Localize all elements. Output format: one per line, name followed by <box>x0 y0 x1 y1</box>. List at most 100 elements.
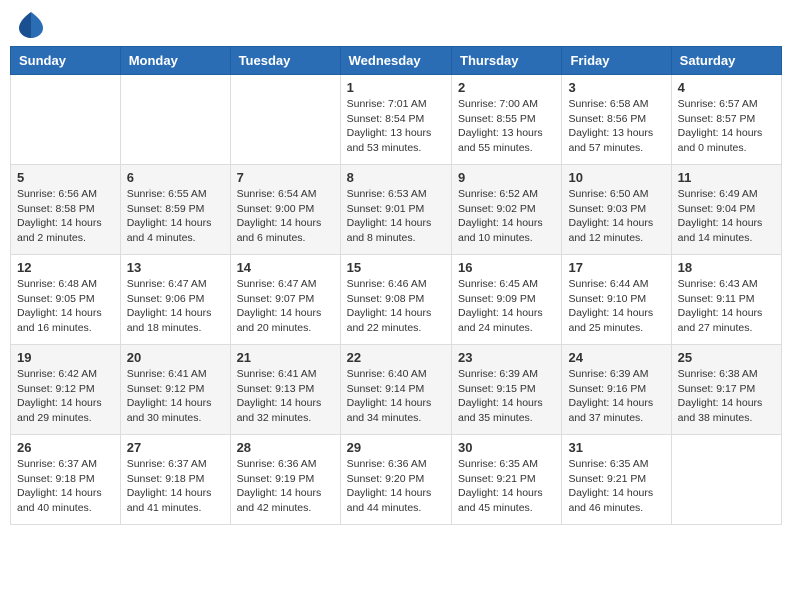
day-number: 18 <box>678 260 775 275</box>
calendar-cell: 25 Sunrise: 6:38 AMSunset: 9:17 PMDayligh… <box>671 345 781 435</box>
day-number: 24 <box>568 350 664 365</box>
calendar-header-saturday: Saturday <box>671 47 781 75</box>
day-number: 29 <box>347 440 445 455</box>
logo-icon <box>17 10 45 38</box>
day-number: 6 <box>127 170 224 185</box>
day-info: Sunrise: 6:42 AMSunset: 9:12 PMDaylight:… <box>17 367 114 426</box>
day-info: Sunrise: 6:46 AMSunset: 9:08 PMDaylight:… <box>347 277 445 336</box>
calendar-cell: 21Sunrise: 6:41 AMSunset: 9:13 PMDayligh… <box>230 345 340 435</box>
day-number: 8 <box>347 170 445 185</box>
calendar-cell: 23 Sunrise: 6:39 AMSunset: 9:15 PMDayligh… <box>452 345 562 435</box>
day-number: 4 <box>678 80 775 95</box>
calendar-cell: 19 Sunrise: 6:42 AMSunset: 9:12 PMDayligh… <box>11 345 121 435</box>
day-number: 15 <box>347 260 445 275</box>
day-number: 26 <box>17 440 114 455</box>
calendar-cell: 28 Sunrise: 6:36 AMSunset: 9:19 PMDayligh… <box>230 435 340 525</box>
calendar-cell: 15 Sunrise: 6:46 AMSunset: 9:08 PMDayligh… <box>340 255 451 345</box>
calendar-cell: 20 Sunrise: 6:41 AMSunset: 9:12 PMDayligh… <box>120 345 230 435</box>
day-number: 23 <box>458 350 555 365</box>
day-info: Sunrise: 6:39 AMSunset: 9:16 PMDaylight:… <box>568 367 664 426</box>
day-number: 30 <box>458 440 555 455</box>
day-number: 20 <box>127 350 224 365</box>
day-info: Sunrise: 6:37 AMSunset: 9:18 PMDaylight:… <box>17 457 114 516</box>
page-header <box>10 10 782 38</box>
day-info: Sunrise: 6:45 AMSunset: 9:09 PMDaylight:… <box>458 277 555 336</box>
day-info: Sunrise: 6:36 AMSunset: 9:19 PMDaylight:… <box>237 457 334 516</box>
calendar-cell: 27Sunrise: 6:37 AMSunset: 9:18 PMDayligh… <box>120 435 230 525</box>
calendar-header-sunday: Sunday <box>11 47 121 75</box>
day-info: Sunrise: 6:50 AMSunset: 9:03 PMDaylight:… <box>568 187 664 246</box>
day-number: 25 <box>678 350 775 365</box>
day-info: Sunrise: 7:00 AMSunset: 8:55 PMDaylight:… <box>458 97 555 156</box>
calendar-cell: 18 Sunrise: 6:43 AMSunset: 9:11 PMDayligh… <box>671 255 781 345</box>
calendar-cell: 31 Sunrise: 6:35 AMSunset: 9:21 PMDayligh… <box>562 435 671 525</box>
day-info: Sunrise: 7:01 AMSunset: 8:54 PMDaylight:… <box>347 97 445 156</box>
calendar-header-monday: Monday <box>120 47 230 75</box>
day-info: Sunrise: 6:39 AMSunset: 9:15 PMDaylight:… <box>458 367 555 426</box>
calendar-week-4: 19 Sunrise: 6:42 AMSunset: 9:12 PMDayligh… <box>11 345 782 435</box>
calendar-cell <box>230 75 340 165</box>
calendar-cell: 24 Sunrise: 6:39 AMSunset: 9:16 PMDayligh… <box>562 345 671 435</box>
calendar-cell: 1Sunrise: 7:01 AMSunset: 8:54 PMDaylight… <box>340 75 451 165</box>
day-info: Sunrise: 6:47 AMSunset: 9:06 PMDaylight:… <box>127 277 224 336</box>
day-number: 21 <box>237 350 334 365</box>
calendar-week-5: 26 Sunrise: 6:37 AMSunset: 9:18 PMDayligh… <box>11 435 782 525</box>
day-info: Sunrise: 6:43 AMSunset: 9:11 PMDaylight:… <box>678 277 775 336</box>
calendar-cell: 16 Sunrise: 6:45 AMSunset: 9:09 PMDayligh… <box>452 255 562 345</box>
day-number: 16 <box>458 260 555 275</box>
calendar-cell: 30 Sunrise: 6:35 AMSunset: 9:21 PMDayligh… <box>452 435 562 525</box>
calendar-cell <box>671 435 781 525</box>
day-info: Sunrise: 6:49 AMSunset: 9:04 PMDaylight:… <box>678 187 775 246</box>
day-number: 9 <box>458 170 555 185</box>
calendar-header-row: SundayMondayTuesdayWednesdayThursdayFrid… <box>11 47 782 75</box>
calendar-cell: 12Sunrise: 6:48 AMSunset: 9:05 PMDayligh… <box>11 255 121 345</box>
day-number: 14 <box>237 260 334 275</box>
day-number: 28 <box>237 440 334 455</box>
calendar-cell: 9 Sunrise: 6:52 AMSunset: 9:02 PMDaylight… <box>452 165 562 255</box>
calendar-cell: 7Sunrise: 6:54 AMSunset: 9:00 PMDaylight… <box>230 165 340 255</box>
calendar-cell <box>120 75 230 165</box>
day-number: 7 <box>237 170 334 185</box>
day-info: Sunrise: 6:52 AMSunset: 9:02 PMDaylight:… <box>458 187 555 246</box>
day-number: 3 <box>568 80 664 95</box>
day-info: Sunrise: 6:57 AMSunset: 8:57 PMDaylight:… <box>678 97 775 156</box>
calendar-cell: 10 Sunrise: 6:50 AMSunset: 9:03 PMDayligh… <box>562 165 671 255</box>
day-number: 27 <box>127 440 224 455</box>
day-info: Sunrise: 6:41 AMSunset: 9:12 PMDaylight:… <box>127 367 224 426</box>
calendar-cell: 2Sunrise: 7:00 AMSunset: 8:55 PMDaylight… <box>452 75 562 165</box>
calendar-cell: 22 Sunrise: 6:40 AMSunset: 9:14 PMDayligh… <box>340 345 451 435</box>
calendar-week-3: 12Sunrise: 6:48 AMSunset: 9:05 PMDayligh… <box>11 255 782 345</box>
calendar-table: SundayMondayTuesdayWednesdayThursdayFrid… <box>10 46 782 525</box>
day-number: 17 <box>568 260 664 275</box>
calendar-cell: 4 Sunrise: 6:57 AMSunset: 8:57 PMDaylight… <box>671 75 781 165</box>
calendar-cell: 13 Sunrise: 6:47 AMSunset: 9:06 PMDayligh… <box>120 255 230 345</box>
calendar-cell: 6 Sunrise: 6:55 AMSunset: 8:59 PMDaylight… <box>120 165 230 255</box>
day-number: 10 <box>568 170 664 185</box>
day-info: Sunrise: 6:56 AMSunset: 8:58 PMDaylight:… <box>17 187 114 246</box>
day-number: 22 <box>347 350 445 365</box>
day-info: Sunrise: 6:44 AMSunset: 9:10 PMDaylight:… <box>568 277 664 336</box>
day-number: 19 <box>17 350 114 365</box>
day-number: 12 <box>17 260 114 275</box>
day-number: 5 <box>17 170 114 185</box>
calendar-header-wednesday: Wednesday <box>340 47 451 75</box>
day-info: Sunrise: 6:35 AMSunset: 9:21 PMDaylight:… <box>458 457 555 516</box>
day-number: 13 <box>127 260 224 275</box>
calendar-cell: 5 Sunrise: 6:56 AMSunset: 8:58 PMDaylight… <box>11 165 121 255</box>
day-info: Sunrise: 6:35 AMSunset: 9:21 PMDaylight:… <box>568 457 664 516</box>
day-info: Sunrise: 6:38 AMSunset: 9:17 PMDaylight:… <box>678 367 775 426</box>
calendar-cell: 26 Sunrise: 6:37 AMSunset: 9:18 PMDayligh… <box>11 435 121 525</box>
day-info: Sunrise: 6:40 AMSunset: 9:14 PMDaylight:… <box>347 367 445 426</box>
calendar-week-2: 5 Sunrise: 6:56 AMSunset: 8:58 PMDaylight… <box>11 165 782 255</box>
day-number: 11 <box>678 170 775 185</box>
day-info: Sunrise: 6:36 AMSunset: 9:20 PMDaylight:… <box>347 457 445 516</box>
calendar-cell: 14Sunrise: 6:47 AMSunset: 9:07 PMDayligh… <box>230 255 340 345</box>
day-info: Sunrise: 6:55 AMSunset: 8:59 PMDaylight:… <box>127 187 224 246</box>
calendar-cell: 8 Sunrise: 6:53 AMSunset: 9:01 PMDaylight… <box>340 165 451 255</box>
day-number: 31 <box>568 440 664 455</box>
calendar-cell: 3 Sunrise: 6:58 AMSunset: 8:56 PMDaylight… <box>562 75 671 165</box>
day-info: Sunrise: 6:53 AMSunset: 9:01 PMDaylight:… <box>347 187 445 246</box>
calendar-header-thursday: Thursday <box>452 47 562 75</box>
logo <box>14 10 45 38</box>
day-info: Sunrise: 6:58 AMSunset: 8:56 PMDaylight:… <box>568 97 664 156</box>
